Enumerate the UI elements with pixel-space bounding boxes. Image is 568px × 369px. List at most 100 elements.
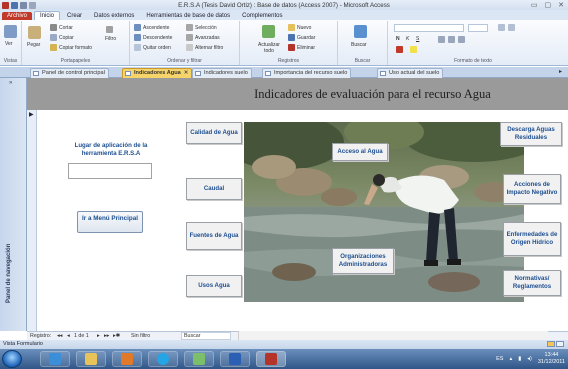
toggle-filter-button[interactable]: Alternar filtro: [186, 44, 223, 51]
bold-button[interactable]: N: [396, 36, 400, 42]
close-tab-icon[interactable]: ✕: [184, 70, 189, 76]
tab-inicio[interactable]: Inicio: [34, 11, 61, 20]
numbering-button[interactable]: [508, 24, 515, 31]
align-center-button[interactable]: [448, 36, 455, 43]
tab-herramientas[interactable]: Herramientas de base de datos: [141, 12, 235, 20]
doc-tab-importancia-suelo[interactable]: Importancia del recurso suelo: [262, 68, 352, 78]
view-icon[interactable]: [4, 25, 17, 38]
cut-button[interactable]: Cortar: [50, 24, 73, 31]
advanced-button[interactable]: Avanzadas: [186, 34, 220, 41]
font-color-icon: [396, 46, 403, 53]
copy-button[interactable]: Copiar: [50, 34, 74, 41]
tab-scroll-right-icon[interactable]: ▸: [559, 68, 562, 75]
navigation-pane[interactable]: » Panel de navegación: [0, 78, 27, 331]
clock[interactable]: 13:44 31/12/2011: [538, 352, 565, 366]
next-record-button[interactable]: ▸: [97, 333, 100, 339]
taskbar-explorer[interactable]: [76, 351, 106, 367]
view-button[interactable]: Ver: [5, 41, 13, 47]
scissors-icon: [50, 24, 57, 31]
delete-record-button[interactable]: Eliminar: [288, 44, 315, 51]
underline-button[interactable]: S: [416, 36, 419, 42]
taskbar: ES ▴ ▮ ◂) 13:44 31/12/2011: [0, 349, 568, 369]
block-caudal[interactable]: Caudal: [186, 178, 242, 200]
highlight-button[interactable]: [410, 46, 417, 53]
lugar-aplicacion-input[interactable]: [68, 163, 152, 179]
block-acceso-agua[interactable]: Acceso al Agua: [332, 143, 388, 161]
media-player-icon: [121, 353, 133, 365]
minimize-button[interactable]: ▭: [531, 1, 538, 9]
group-vistas: Ver Vistas: [0, 21, 22, 65]
design-view-button[interactable]: [556, 341, 564, 347]
align-left-button[interactable]: [438, 36, 445, 43]
filter-status[interactable]: Sin filtro: [131, 333, 150, 339]
horizontal-scrollbar[interactable]: [238, 331, 548, 340]
filter-button[interactable]: [106, 26, 113, 33]
record-search-input[interactable]: Buscar: [181, 332, 231, 340]
doc-tab-panel-control[interactable]: Panel de control principal: [30, 68, 109, 78]
title-bar: E.R.S.A (Tesis David Ortiz) : Base de da…: [0, 0, 568, 10]
new-record-nav-button[interactable]: ▸✱: [113, 333, 120, 339]
taskbar-paint[interactable]: [184, 351, 214, 367]
nav-pane-label: Panel de navegación: [6, 243, 12, 303]
last-record-button[interactable]: ▸▸: [104, 333, 109, 339]
doc-tab-uso-suelo[interactable]: Uso actual del suelo: [377, 68, 444, 78]
record-selector[interactable]: ▶: [27, 110, 37, 331]
find-button[interactable]: Buscar: [351, 42, 367, 48]
volume-icon[interactable]: ◂): [527, 356, 532, 362]
maximize-button[interactable]: ▢: [545, 1, 552, 9]
taskbar-skype[interactable]: [148, 351, 178, 367]
close-button[interactable]: ✕: [558, 1, 564, 9]
prev-record-button[interactable]: ◂: [67, 333, 70, 339]
tab-datos-externos[interactable]: Datos externos: [89, 12, 139, 20]
expand-nav-icon[interactable]: »: [9, 80, 12, 86]
refresh-all-button[interactable]: Actualizar todo: [254, 42, 284, 54]
bullets-icon: [498, 24, 505, 31]
align-left-icon: [438, 36, 445, 43]
taskbar-media[interactable]: [112, 351, 142, 367]
sort-asc-button[interactable]: Ascendente: [134, 24, 169, 31]
font-select[interactable]: [394, 24, 464, 32]
sort-desc-button[interactable]: Descendente: [134, 34, 172, 41]
block-usos-agua[interactable]: Usos Agua: [186, 275, 242, 297]
group-buscar: Buscar Buscar: [338, 21, 388, 65]
show-hidden-icons-icon[interactable]: ▴: [509, 356, 512, 362]
network-icon[interactable]: ▮: [518, 356, 521, 362]
block-acciones-impacto[interactable]: Acciones de Impacto Negativo: [503, 174, 561, 204]
block-organizaciones[interactable]: Organizaciones Administradoras: [332, 248, 394, 274]
clear-sort-button[interactable]: Quitar orden: [134, 44, 171, 51]
taskbar-access[interactable]: [256, 351, 286, 367]
tab-complementos[interactable]: Complementos: [237, 12, 287, 20]
paste-button[interactable]: Pegar: [27, 42, 40, 48]
selection-button[interactable]: Selección: [186, 24, 217, 31]
doc-tab-indicadores-suelo[interactable]: Indicadores suelo: [192, 68, 252, 78]
block-descarga-aguas[interactable]: Descarga Aguas Residuales: [500, 122, 562, 146]
block-calidad-agua[interactable]: Calidad de Agua: [186, 122, 242, 144]
brush-icon: [50, 44, 57, 51]
format-painter-button[interactable]: Copiar formato: [50, 44, 92, 51]
refresh-icon[interactable]: [262, 25, 275, 38]
folder-icon: [85, 353, 97, 365]
font-color-button[interactable]: [396, 46, 403, 53]
block-enfermedades[interactable]: Enfermedades de Origen Hídrico: [503, 222, 561, 256]
record-position[interactable]: 1 de 1: [74, 333, 89, 339]
block-normativas[interactable]: Normativas/ Reglamentos: [503, 270, 561, 296]
menu-principal-button[interactable]: Ir a Menú Principal: [77, 211, 143, 233]
taskbar-ie[interactable]: [40, 351, 70, 367]
tab-archivo[interactable]: Archivo: [2, 12, 33, 20]
start-button[interactable]: [2, 350, 22, 368]
block-fuentes-agua[interactable]: Fuentes de Agua: [186, 222, 242, 250]
align-right-button[interactable]: [458, 36, 465, 43]
language-indicator[interactable]: ES: [496, 356, 503, 362]
new-record-button[interactable]: Nuevo: [288, 24, 311, 31]
taskbar-word[interactable]: [220, 351, 250, 367]
doc-tab-indicadores-agua[interactable]: Indicadores Agua ✕: [122, 68, 193, 78]
save-record-button[interactable]: Guardar: [288, 34, 315, 41]
italic-button[interactable]: K: [406, 36, 409, 42]
binoculars-icon[interactable]: [354, 25, 367, 38]
font-size-select[interactable]: [468, 24, 488, 32]
paste-icon[interactable]: [28, 26, 41, 39]
tab-crear[interactable]: Crear: [62, 12, 87, 20]
form-view-button[interactable]: [547, 341, 555, 347]
bullets-button[interactable]: [498, 24, 505, 31]
first-record-button[interactable]: ◂◂: [57, 333, 62, 339]
